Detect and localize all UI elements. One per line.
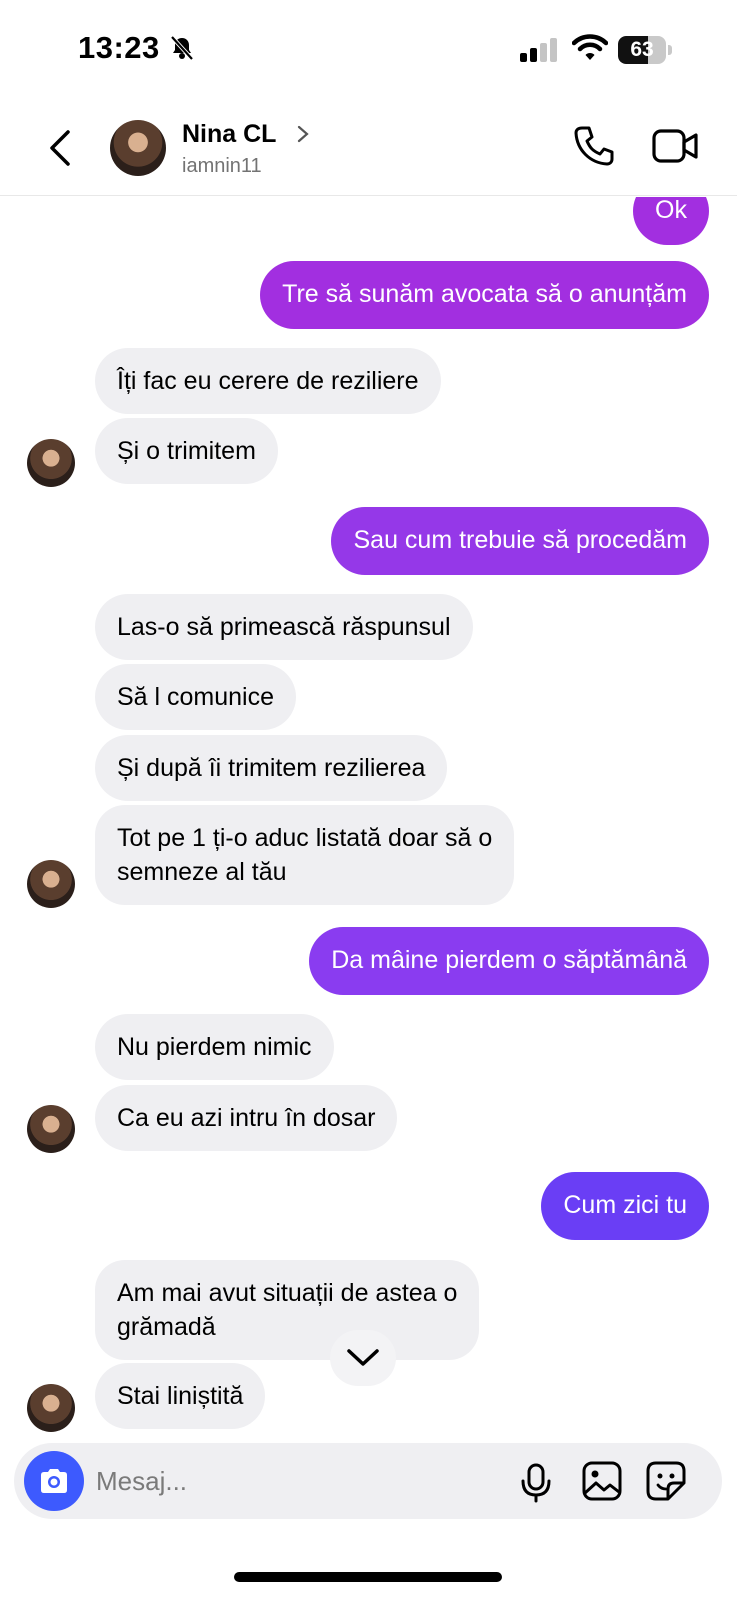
contact-avatar-small[interactable] <box>27 439 75 487</box>
chevron-down-icon <box>347 1349 379 1366</box>
message-incoming[interactable]: Ca eu azi intru în dosar <box>95 1085 398 1151</box>
message-incoming[interactable]: Nu pierdem nimic <box>95 1014 334 1080</box>
battery-percent: 63 <box>630 38 654 61</box>
phone-icon[interactable] <box>572 124 616 168</box>
chevron-right-icon[interactable] <box>296 124 310 144</box>
image-icon[interactable] <box>582 1461 622 1501</box>
message-composer <box>14 1443 722 1519</box>
message-incoming[interactable]: Îți fac eu cerere de reziliere <box>95 348 441 414</box>
message-outgoing[interactable]: Tre să sunăm avocata să o anunțăm <box>260 261 709 329</box>
contact-avatar-small[interactable] <box>27 1105 75 1153</box>
camera-button[interactable] <box>24 1451 84 1511</box>
message-incoming[interactable]: Stai liniștită <box>95 1363 266 1429</box>
cellular-signal-icon <box>520 38 557 62</box>
microphone-icon[interactable] <box>519 1463 553 1503</box>
message-incoming[interactable]: Tot pe 1 ți-o aduc listată doar să o sem… <box>95 805 515 905</box>
contact-avatar-small[interactable] <box>27 860 75 908</box>
scroll-to-bottom-button[interactable] <box>330 1330 396 1386</box>
message-incoming[interactable]: Am mai avut situații de astea o grămadă <box>95 1260 480 1360</box>
message-outgoing[interactable]: Ok <box>633 197 709 245</box>
status-bar: 13:23 63 <box>0 0 737 100</box>
contact-avatar-small[interactable] <box>27 1384 75 1432</box>
message-outgoing[interactable]: Da mâine pierdem o săptămână <box>309 927 709 995</box>
message-incoming[interactable]: Las-o să primească răspunsul <box>95 594 473 660</box>
chat-header: Nina CL iamnin11 <box>0 100 737 196</box>
back-icon[interactable] <box>44 128 78 168</box>
message-incoming[interactable]: Și după îi trimitem rezilierea <box>95 735 448 801</box>
contact-avatar[interactable] <box>110 120 166 176</box>
bell-slash-icon <box>170 35 194 61</box>
battery-icon: 63 <box>618 36 672 64</box>
wifi-icon <box>572 34 608 60</box>
message-input[interactable] <box>96 1461 476 1501</box>
status-time: 13:23 <box>78 30 160 65</box>
message-incoming[interactable]: Și o trimitem <box>95 418 278 484</box>
contact-username[interactable]: iamnin11 <box>182 155 262 178</box>
video-camera-icon[interactable] <box>652 126 700 166</box>
sticker-icon[interactable] <box>646 1461 686 1501</box>
home-indicator[interactable] <box>234 1572 502 1582</box>
message-list[interactable]: Ok Tre să sunăm avocata să o anunțăm Îți… <box>0 197 737 1447</box>
message-outgoing[interactable]: Sau cum trebuie să procedăm <box>331 507 709 575</box>
camera-icon <box>41 1469 67 1493</box>
message-incoming[interactable]: Să l comunice <box>95 664 297 730</box>
contact-name[interactable]: Nina CL <box>182 120 276 149</box>
message-outgoing[interactable]: Cum zici tu <box>541 1172 709 1240</box>
